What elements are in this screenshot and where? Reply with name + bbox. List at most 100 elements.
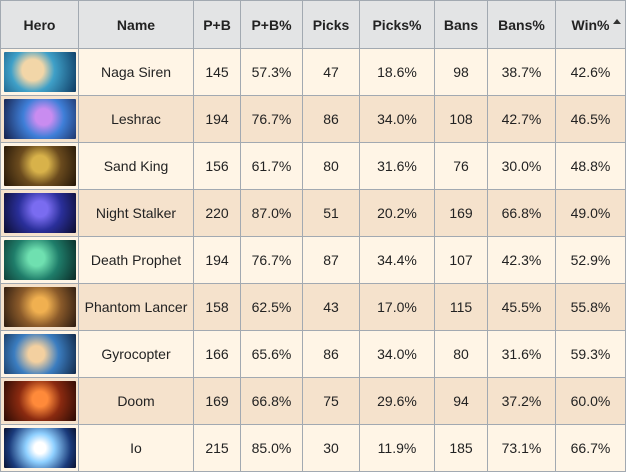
- column-header-name[interactable]: Name: [78, 0, 194, 49]
- pb-cell: 158: [193, 283, 241, 331]
- table-row: Doom 169 66.8% 75 29.6% 94 37.2% 60.0%: [0, 377, 626, 425]
- pb-percent-cell: 76.7%: [240, 236, 303, 284]
- hero-cell: [0, 189, 79, 237]
- hero-stats-table: Hero Name P+B P+B% Picks Picks% Bans Ban…: [0, 0, 626, 472]
- phantom-lancer-portrait[interactable]: [3, 287, 76, 327]
- pb-percent-cell: 66.8%: [240, 377, 303, 425]
- column-header-picks[interactable]: Picks: [302, 0, 360, 49]
- picks-cell: 86: [302, 330, 360, 378]
- name-cell[interactable]: Night Stalker: [78, 189, 194, 237]
- bans-cell: 115: [434, 283, 488, 331]
- night-stalker-portrait[interactable]: [3, 193, 76, 233]
- hero-cell: [0, 48, 79, 96]
- name-cell[interactable]: Phantom Lancer: [78, 283, 194, 331]
- win-percent-cell: 49.0%: [555, 189, 626, 237]
- bans-percent-cell: 45.5%: [487, 283, 556, 331]
- table-row: Sand King 156 61.7% 80 31.6% 76 30.0% 48.8%: [0, 142, 626, 190]
- picks-cell: 30: [302, 424, 360, 472]
- win-percent-cell: 46.5%: [555, 95, 626, 143]
- name-cell[interactable]: Leshrac: [78, 95, 194, 143]
- pb-cell: 166: [193, 330, 241, 378]
- picks-cell: 86: [302, 95, 360, 143]
- name-cell[interactable]: Io: [78, 424, 194, 472]
- bans-cell: 185: [434, 424, 488, 472]
- pb-cell: 145: [193, 48, 241, 96]
- hero-cell: [0, 142, 79, 190]
- win-percent-cell: 55.8%: [555, 283, 626, 331]
- doom-portrait[interactable]: [3, 381, 76, 421]
- pb-cell: 156: [193, 142, 241, 190]
- picks-cell: 80: [302, 142, 360, 190]
- win-percent-cell: 52.9%: [555, 236, 626, 284]
- bans-cell: 94: [434, 377, 488, 425]
- bans-cell: 108: [434, 95, 488, 143]
- hero-cell: [0, 330, 79, 378]
- bans-percent-cell: 66.8%: [487, 189, 556, 237]
- table-row: Night Stalker 220 87.0% 51 20.2% 169 66.8% 49.0…: [0, 189, 626, 237]
- bans-cell: 107: [434, 236, 488, 284]
- pb-percent-cell: 76.7%: [240, 95, 303, 143]
- column-header-pb[interactable]: P+B: [193, 0, 241, 49]
- naga-siren-portrait[interactable]: [3, 52, 76, 92]
- hero-cell: [0, 236, 79, 284]
- death-prophet-portrait[interactable]: [3, 240, 76, 280]
- win-percent-cell: 66.7%: [555, 424, 626, 472]
- picks-cell: 87: [302, 236, 360, 284]
- table-row: Phantom Lancer 158 62.5% 43 17.0% 115 45.5% 55.…: [0, 283, 626, 331]
- pb-percent-cell: 62.5%: [240, 283, 303, 331]
- bans-percent-cell: 42.7%: [487, 95, 556, 143]
- column-header-bans[interactable]: Bans: [434, 0, 488, 49]
- gyrocopter-portrait[interactable]: [3, 334, 76, 374]
- table-row: Naga Siren 145 57.3% 47 18.6% 98 38.7% 42.6%: [0, 48, 626, 96]
- name-cell[interactable]: Death Prophet: [78, 236, 194, 284]
- win-percent-cell: 42.6%: [555, 48, 626, 96]
- name-cell[interactable]: Gyrocopter: [78, 330, 194, 378]
- pb-percent-cell: 87.0%: [240, 189, 303, 237]
- leshrac-portrait[interactable]: [3, 99, 76, 139]
- bans-cell: 80: [434, 330, 488, 378]
- bans-percent-cell: 31.6%: [487, 330, 556, 378]
- sand-king-portrait[interactable]: [3, 146, 76, 186]
- bans-percent-cell: 38.7%: [487, 48, 556, 96]
- pb-cell: 169: [193, 377, 241, 425]
- bans-percent-cell: 73.1%: [487, 424, 556, 472]
- io-portrait[interactable]: [3, 428, 76, 468]
- picks-percent-cell: 34.4%: [359, 236, 435, 284]
- pb-percent-cell: 65.6%: [240, 330, 303, 378]
- table-row: Death Prophet 194 76.7% 87 34.4% 107 42.3% 52.9…: [0, 236, 626, 284]
- pb-cell: 220: [193, 189, 241, 237]
- sort-ascending-icon: [613, 19, 621, 24]
- column-header-hero[interactable]: Hero: [0, 0, 79, 49]
- bans-percent-cell: 30.0%: [487, 142, 556, 190]
- hero-cell: [0, 377, 79, 425]
- picks-cell: 43: [302, 283, 360, 331]
- name-cell[interactable]: Doom: [78, 377, 194, 425]
- hero-cell: [0, 95, 79, 143]
- picks-cell: 51: [302, 189, 360, 237]
- bans-cell: 169: [434, 189, 488, 237]
- win-percent-cell: 59.3%: [555, 330, 626, 378]
- bans-cell: 76: [434, 142, 488, 190]
- picks-percent-cell: 18.6%: [359, 48, 435, 96]
- bans-percent-cell: 42.3%: [487, 236, 556, 284]
- column-header-bans-percent[interactable]: Bans%: [487, 0, 556, 49]
- hero-cell: [0, 424, 79, 472]
- table-row: Leshrac 194 76.7% 86 34.0% 108 42.7% 46.5%: [0, 95, 626, 143]
- name-cell[interactable]: Sand King: [78, 142, 194, 190]
- table-row: Gyrocopter 166 65.6% 86 34.0% 80 31.6% 59.3%: [0, 330, 626, 378]
- bans-percent-cell: 37.2%: [487, 377, 556, 425]
- column-header-win-percent[interactable]: Win%: [555, 0, 626, 49]
- bans-cell: 98: [434, 48, 488, 96]
- column-header-pb-percent[interactable]: P+B%: [240, 0, 303, 49]
- win-percent-cell: 48.8%: [555, 142, 626, 190]
- picks-cell: 47: [302, 48, 360, 96]
- name-cell[interactable]: Naga Siren: [78, 48, 194, 96]
- picks-percent-cell: 34.0%: [359, 330, 435, 378]
- picks-percent-cell: 34.0%: [359, 95, 435, 143]
- column-header-picks-percent[interactable]: Picks%: [359, 0, 435, 49]
- picks-percent-cell: 17.0%: [359, 283, 435, 331]
- pb-percent-cell: 85.0%: [240, 424, 303, 472]
- picks-percent-cell: 11.9%: [359, 424, 435, 472]
- hero-cell: [0, 283, 79, 331]
- table-row: Io 215 85.0% 30 11.9% 185 73.1% 66.7%: [0, 424, 626, 472]
